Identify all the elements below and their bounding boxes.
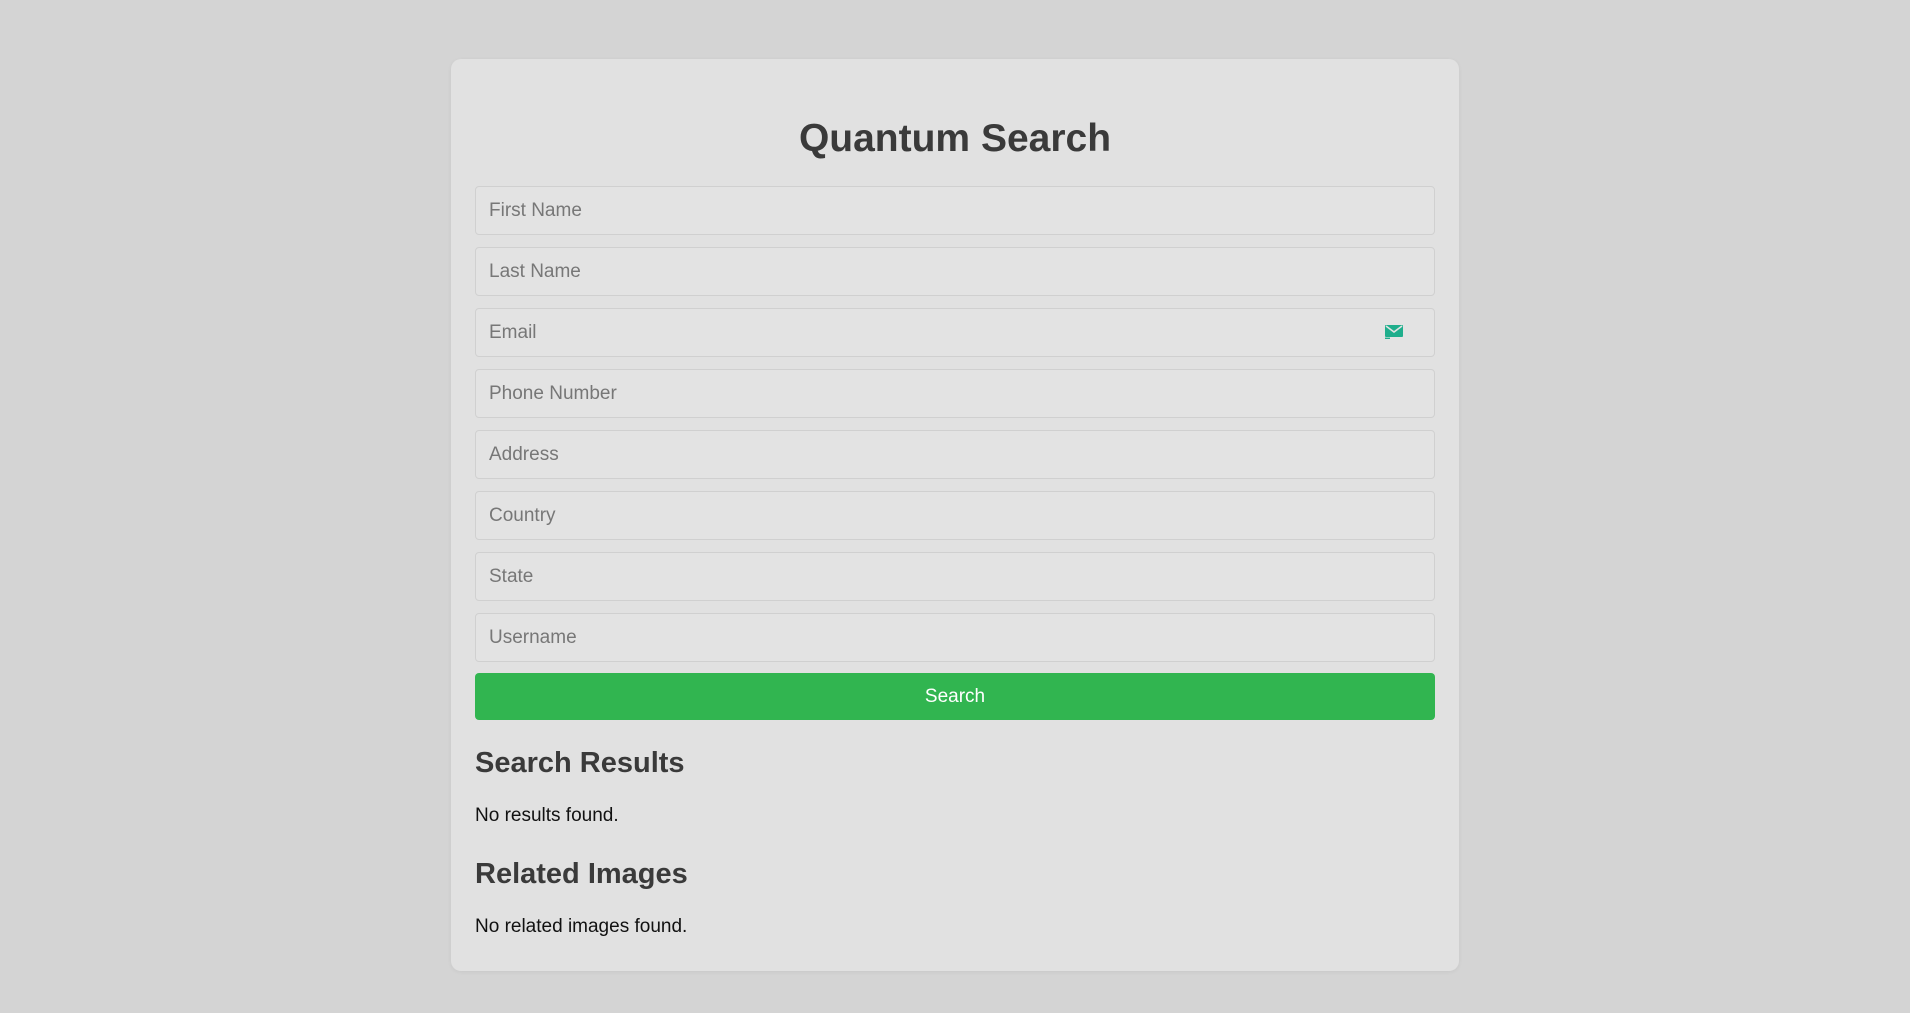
search-card: Quantum Search First Name Last Name Emai…: [451, 59, 1459, 971]
search-button[interactable]: Search: [475, 673, 1435, 720]
last-name-field-wrapper: [475, 247, 1435, 296]
mail-icon: [1385, 325, 1403, 339]
search-results-empty-text: No results found.: [475, 805, 619, 826]
search-form: Search: [475, 186, 1435, 720]
page-title: Quantum Search: [798, 117, 1112, 160]
country-field-wrapper: [475, 491, 1435, 540]
phone-number-input[interactable]: [475, 369, 1435, 418]
username-field-wrapper: [475, 613, 1435, 662]
first-name-input[interactable]: [475, 186, 1435, 235]
phone-number-field-wrapper: [475, 369, 1435, 418]
related-images-empty-text: No related images found.: [475, 916, 688, 937]
related-images-heading: Related Images: [475, 858, 688, 890]
state-field-wrapper: [475, 552, 1435, 601]
address-field-wrapper: [475, 430, 1435, 479]
search-results-heading: Search Results: [475, 747, 685, 779]
state-input[interactable]: [475, 552, 1435, 601]
first-name-field-wrapper: [475, 186, 1435, 235]
address-input[interactable]: [475, 430, 1435, 479]
country-input[interactable]: [475, 491, 1435, 540]
last-name-input[interactable]: [475, 247, 1435, 296]
email-field-wrapper: [475, 308, 1435, 357]
username-input[interactable]: [475, 613, 1435, 662]
email-input[interactable]: [475, 308, 1435, 357]
